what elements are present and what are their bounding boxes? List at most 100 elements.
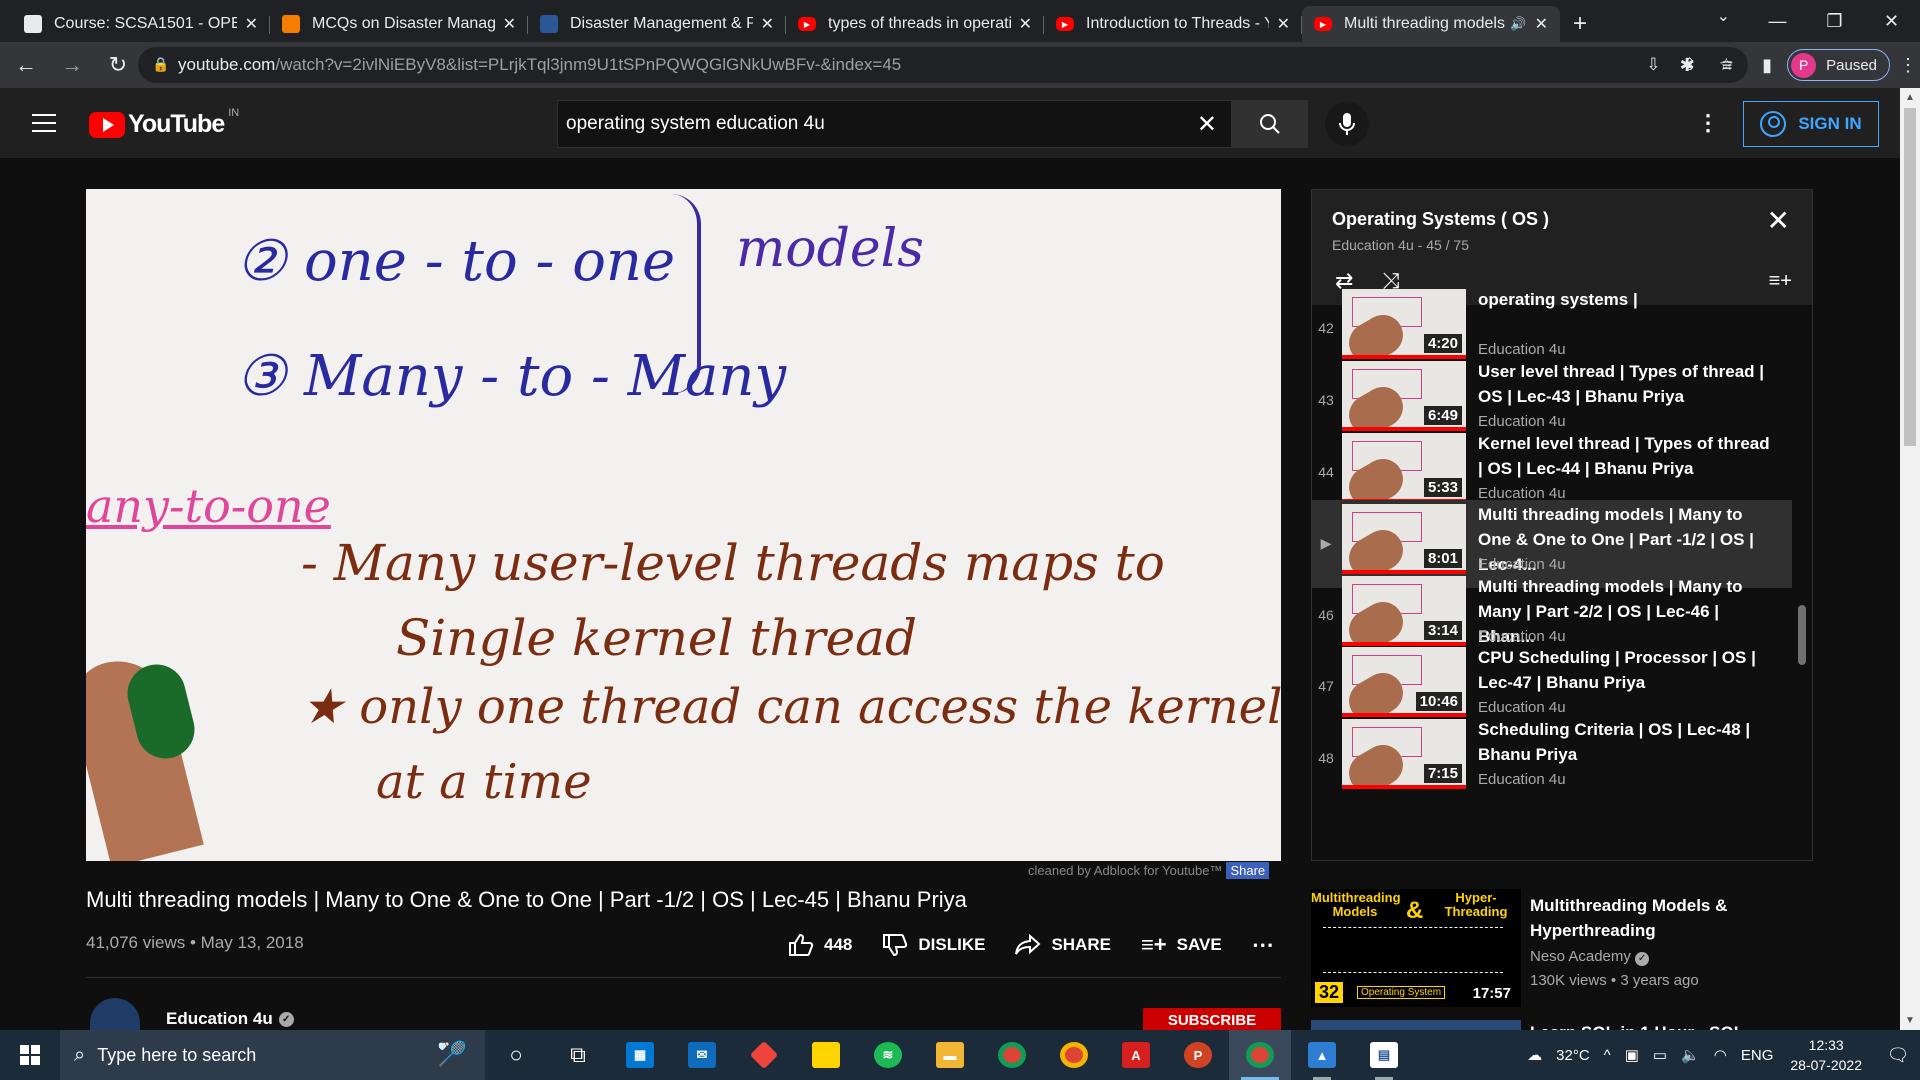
- search-button[interactable]: [1232, 100, 1308, 148]
- voice-search-button[interactable]: [1325, 102, 1369, 146]
- back-icon[interactable]: ←: [6, 45, 46, 85]
- wifi-icon[interactable]: ◠: [1714, 1046, 1727, 1064]
- clear-search-icon[interactable]: ✕: [1197, 110, 1217, 139]
- audio-playing-icon[interactable]: 🔊: [1510, 16, 1526, 32]
- forward-icon[interactable]: →: [52, 45, 92, 85]
- playlist-item-thumbnail[interactable]: 4:20: [1342, 289, 1466, 359]
- task-view-icon[interactable]: ⧉: [547, 1030, 609, 1080]
- recommendation-thumbnail[interactable]: Multithreading Models & Hyper-Threading …: [1311, 889, 1521, 1007]
- sign-in-button[interactable]: SIGN IN: [1743, 101, 1879, 147]
- playlist-item-title[interactable]: User level thread | Types of thread | OS…: [1478, 359, 1778, 409]
- next-recommendation-thumbnail[interactable]: [1311, 1020, 1521, 1030]
- acrobat-icon[interactable]: A: [1105, 1030, 1167, 1080]
- sticky-notes-icon[interactable]: [795, 1030, 857, 1080]
- playlist-item-thumbnail[interactable]: 5:33: [1342, 433, 1466, 503]
- channel-name[interactable]: Education 4u ✓: [166, 1009, 294, 1029]
- close-tab-icon[interactable]: ✕: [1535, 14, 1548, 34]
- weather-temp[interactable]: 32°C: [1556, 1047, 1590, 1064]
- close-tab-icon[interactable]: ✕: [1277, 14, 1290, 34]
- browser-tab[interactable]: ▶ types of threads in operatin ✕: [786, 6, 1044, 42]
- media-control-icon[interactable]: ≡: [1707, 55, 1747, 76]
- next-recommendation-title[interactable]: Learn SQL in 1 Hour - SQL: [1530, 1018, 1744, 1030]
- close-tab-icon[interactable]: ✕: [1019, 14, 1032, 34]
- playlist-item-thumbnail[interactable]: 10:46: [1342, 647, 1466, 717]
- close-playlist-icon[interactable]: ✕: [1767, 204, 1790, 237]
- extensions-icon[interactable]: ✱: [1667, 55, 1707, 76]
- clock[interactable]: 12:33 28-07-2022: [1790, 1035, 1862, 1075]
- powerpoint-icon[interactable]: P: [1167, 1030, 1229, 1080]
- recommendation-title[interactable]: Multithreading Models & Hyperthreading: [1530, 893, 1790, 943]
- cortana-icon[interactable]: ○: [485, 1030, 547, 1080]
- anydesk-icon[interactable]: [733, 1030, 795, 1080]
- page-scrollbar[interactable]: ▲ ▼: [1900, 88, 1920, 1030]
- tab-search-icon[interactable]: ⌄: [1717, 6, 1730, 26]
- subscribe-button[interactable]: SUBSCRIBE: [1143, 1008, 1281, 1030]
- video-player[interactable]: ② one - to - one models ③ Many - to - Ma…: [86, 189, 1281, 861]
- browser-tab[interactable]: ▶ Introduction to Threads - Y ✕: [1044, 6, 1302, 42]
- close-tab-icon[interactable]: ✕: [503, 14, 516, 34]
- store-icon[interactable]: ▦: [609, 1030, 671, 1080]
- playlist-item[interactable]: 48 7:15 Scheduling Criteria | OS | Lec-48 …: [1312, 715, 1792, 803]
- playlist-item-title[interactable]: Kernel level thread | Types of thread | …: [1478, 431, 1778, 481]
- share-button[interactable]: SHARE: [1015, 934, 1111, 956]
- settings-menu-icon[interactable]: ⋮: [1697, 110, 1719, 136]
- scrollbar-thumb[interactable]: [1904, 108, 1916, 446]
- chrome-profile-icon[interactable]: [1043, 1030, 1105, 1080]
- volume-icon[interactable]: 🔈: [1681, 1046, 1700, 1064]
- chrome-active-icon[interactable]: [1229, 1030, 1291, 1080]
- browser-tab[interactable]: Disaster Management & Pla ✕: [528, 6, 786, 42]
- install-icon[interactable]: ⇩: [1646, 55, 1660, 75]
- file-explorer-icon[interactable]: ▬: [919, 1030, 981, 1080]
- start-button[interactable]: [0, 1030, 60, 1080]
- channel-avatar[interactable]: [90, 998, 140, 1030]
- close-window-icon[interactable]: ✕: [1863, 0, 1920, 42]
- like-button[interactable]: 448: [788, 933, 852, 957]
- save-button[interactable]: ≡+ SAVE: [1141, 932, 1222, 958]
- playlist-item-thumbnail[interactable]: 8:01: [1342, 504, 1466, 574]
- notifications-icon[interactable]: 🗨: [1876, 1045, 1920, 1066]
- search-input[interactable]: operating system education 4u ✕: [557, 100, 1232, 148]
- spotify-icon[interactable]: ≋: [857, 1030, 919, 1080]
- browser-tab[interactable]: Course: SCSA1501 - OPERA ✕: [12, 6, 270, 42]
- scroll-up-icon[interactable]: ▲: [1905, 92, 1915, 103]
- weather-icon[interactable]: ☁: [1527, 1046, 1542, 1064]
- mail-icon[interactable]: ✉: [671, 1030, 733, 1080]
- menu-icon[interactable]: [32, 114, 56, 138]
- side-panel-icon[interactable]: ▮: [1747, 55, 1787, 76]
- playlist-item-title[interactable]: operating systems |: [1478, 287, 1778, 312]
- chrome-menu-icon[interactable]: ⋮: [1896, 55, 1920, 76]
- playlist-item-thumbnail[interactable]: 3:14: [1342, 576, 1466, 646]
- scroll-down-icon[interactable]: ▼: [1905, 1015, 1915, 1026]
- recommendation-channel[interactable]: Neso Academy ✓: [1530, 948, 1650, 966]
- chrome-icon[interactable]: [981, 1030, 1043, 1080]
- browser-tab[interactable]: MCQs on Disaster Managem ✕: [270, 6, 528, 42]
- playlist-item-title[interactable]: CPU Scheduling | Processor | OS | Lec-47…: [1478, 645, 1778, 695]
- maximize-icon[interactable]: ❐: [1806, 0, 1863, 42]
- address-bar[interactable]: 🔒 youtube.com/watch?v=2ivlNiEByV8&list=P…: [138, 47, 1748, 83]
- adblock-share-button[interactable]: Share: [1226, 862, 1270, 879]
- network-icon[interactable]: ▣: [1625, 1046, 1639, 1064]
- profile-button[interactable]: P Paused: [1787, 49, 1890, 81]
- new-tab-button[interactable]: +: [1560, 6, 1600, 42]
- language[interactable]: ENG: [1741, 1047, 1774, 1064]
- playlist-scrollbar[interactable]: [1798, 605, 1806, 665]
- playlist-item-thumbnail[interactable]: 6:49: [1342, 361, 1466, 431]
- blogger-icon: [282, 15, 300, 33]
- minimize-icon[interactable]: —: [1749, 0, 1806, 42]
- taskbar-search[interactable]: ⌕ Type here to search 🏸: [60, 1030, 485, 1080]
- photos-icon[interactable]: ▲: [1291, 1030, 1353, 1080]
- playlist-title[interactable]: Operating Systems ( OS ): [1332, 209, 1549, 230]
- close-tab-icon[interactable]: ✕: [245, 14, 258, 34]
- playlist-item-thumbnail[interactable]: 7:15: [1342, 719, 1466, 789]
- word-icon[interactable]: ▤: [1353, 1030, 1415, 1080]
- close-tab-icon[interactable]: ✕: [761, 14, 774, 34]
- playlist-item-title[interactable]: Scheduling Criteria | OS | Lec-48 | Bhan…: [1478, 717, 1778, 767]
- browser-tab[interactable]: ▶ Multi threading models 🔊 ✕: [1302, 6, 1560, 42]
- show-hidden-icon[interactable]: ^: [1604, 1047, 1611, 1064]
- youtube-logo[interactable]: YouTube IN: [89, 107, 239, 139]
- dislike-button[interactable]: DISLIKE: [882, 933, 985, 957]
- playlist-channel[interactable]: Education 4u: [1332, 237, 1414, 253]
- battery-icon[interactable]: ▭: [1653, 1046, 1667, 1064]
- reload-icon[interactable]: ↻: [98, 45, 138, 85]
- more-actions-icon[interactable]: ⋯: [1252, 932, 1274, 958]
